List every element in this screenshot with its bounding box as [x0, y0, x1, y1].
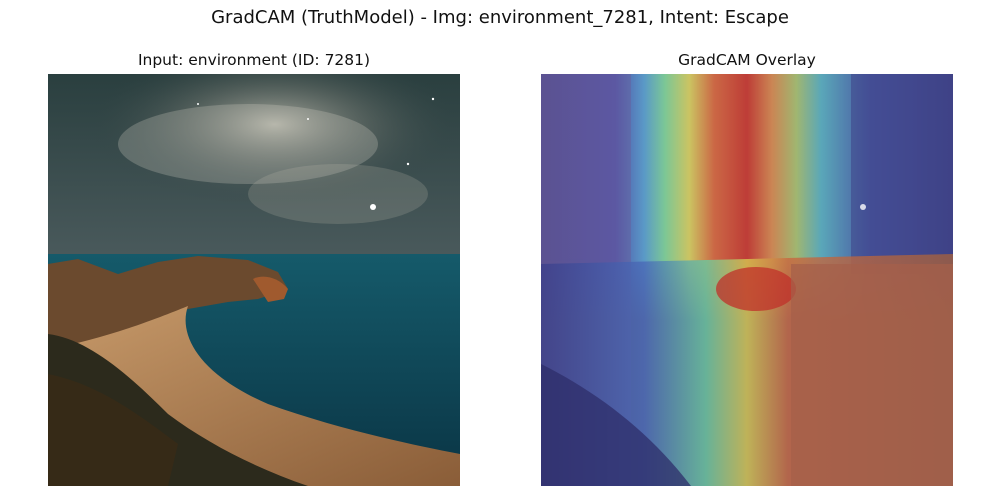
figure-title: GradCAM (TruthModel) - Img: environment_…: [211, 7, 789, 28]
input-panel: Input: environment (ID: 7281): [48, 50, 460, 486]
input-image: [48, 74, 460, 486]
overlay-panel-title: GradCAM Overlay: [678, 51, 816, 69]
overlay-panel: GradCAM Overlay: [541, 50, 953, 486]
gradcam-overlay-image: [541, 74, 953, 486]
input-panel-title: Input: environment (ID: 7281): [137, 51, 371, 69]
